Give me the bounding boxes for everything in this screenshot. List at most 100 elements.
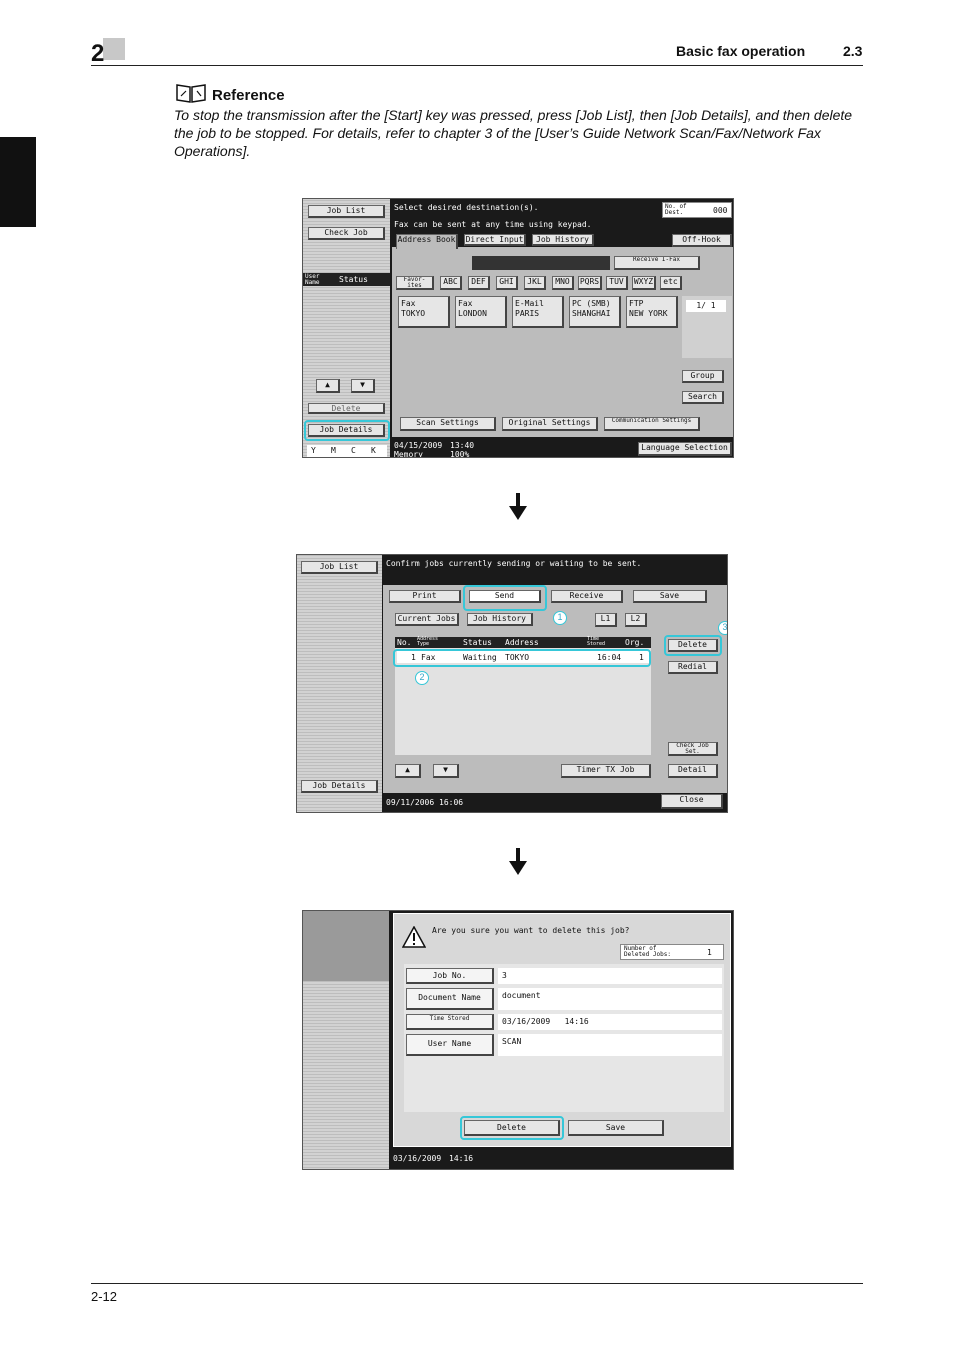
scroll-up-button-2[interactable]: ▲ (395, 764, 421, 778)
dest-counter: No. of Dest. 000 (662, 202, 732, 218)
tab-print[interactable]: Print (389, 590, 461, 603)
timer-tx-job-button[interactable]: Timer TX Job (561, 764, 651, 778)
language-selection-button[interactable]: Language Selection (638, 442, 732, 456)
scan-settings-button[interactable]: Scan Settings (400, 417, 496, 431)
status-header: User Name Status (303, 273, 390, 286)
book-icon (176, 84, 206, 103)
dest-london-type: Fax (458, 299, 473, 308)
job-history-label: Job History (473, 614, 526, 623)
page-number: 2-12 (91, 1289, 118, 1304)
index-etc[interactable]: etc (660, 276, 682, 290)
reference-title: Reference (212, 87, 285, 104)
job-list-button[interactable]: Job List (308, 205, 385, 218)
delete-question: Are you sure you want to delete this job… (432, 926, 630, 935)
page-indicator: 1/ 1 (686, 300, 726, 312)
toner-m: M (331, 446, 336, 455)
main-panel-2: Confirm jobs currently sending or waitin… (383, 555, 727, 812)
scroll-down-button[interactable]: ▼ (351, 379, 375, 393)
memory-value-1: 100% (450, 450, 470, 458)
reference-text: To stop the transmission after the [Star… (174, 107, 853, 159)
field-document-name-label: Document Name (406, 988, 494, 1010)
receive-ifax-button[interactable]: Receive I-Fax (614, 256, 700, 270)
dest-counter-label: No. of Dest. (665, 203, 687, 216)
index-mno[interactable]: MNO (552, 276, 574, 290)
l1-button[interactable]: L1 (595, 613, 617, 627)
detail-button[interactable]: Detail (668, 764, 718, 778)
dest-tokyo[interactable]: Fax TOKYO (398, 296, 450, 328)
tab-save[interactable]: Save (633, 590, 707, 603)
message-line-2: Fax can be sent at any time using keypad… (394, 220, 592, 229)
message-line-1: Select desired destination(s). (394, 203, 539, 212)
job-list-button-2[interactable]: Job List (301, 561, 378, 574)
field-job-no-value: 3 (498, 968, 722, 984)
highlight-delete (664, 635, 722, 656)
index-ghi[interactable]: GHI (496, 276, 518, 290)
l2-button[interactable]: L2 (625, 613, 647, 627)
index-wxyz[interactable]: WXYZ (632, 276, 656, 290)
highlight-job-details (304, 420, 390, 441)
dest-paris-name: PARIS (515, 309, 540, 318)
deleted-jobs-label: Number of Deleted Jobs: (624, 945, 671, 958)
index-row: Favor-ites ABC DEF GHI JKL MNO PQRS TUV … (396, 276, 732, 290)
col-time-stored: Time Stored (587, 636, 606, 647)
index-jkl[interactable]: JKL (524, 276, 546, 290)
tab-job-history[interactable]: Job History (532, 234, 594, 246)
highlight-row (393, 649, 651, 667)
page-indicator-area: 1/ 1 (682, 296, 732, 358)
save-button[interactable]: Save (568, 1120, 664, 1136)
group-button[interactable]: Group (682, 370, 724, 383)
status-label: Status (339, 275, 368, 284)
communication-settings-button[interactable]: Communication Settings (604, 417, 700, 431)
chapter-number: 2 (91, 40, 105, 67)
dest-shanghai-name: SHANGHAI (572, 309, 611, 318)
date-2: 09/11/2006 (386, 798, 435, 807)
index-pqrs[interactable]: PQRS (578, 276, 602, 290)
index-favorites[interactable]: Favor-ites (396, 276, 434, 290)
search-button[interactable]: Search (682, 391, 724, 404)
index-def[interactable]: DEF (468, 276, 490, 290)
screenshot-delete-confirm: Are you sure you want to delete this job… (302, 910, 734, 1170)
tab-address-book[interactable]: Address Book (396, 234, 458, 249)
header-title: Basic fax operation (676, 43, 806, 59)
redial-button[interactable]: Redial (668, 661, 718, 674)
tab-receive[interactable]: Receive (551, 590, 623, 603)
scroll-down-button-2[interactable]: ▼ (433, 764, 459, 778)
field-user-name: User Name SCAN (406, 1034, 722, 1056)
field-time-stored-value: 03/16/2009 14:16 (498, 1014, 722, 1030)
check-job-set-label: Check Job Set. (676, 742, 709, 755)
dest-shanghai[interactable]: PC (SMB) SHANGHAI (569, 296, 621, 328)
confirm-dialog: Are you sure you want to delete this job… (393, 913, 731, 1147)
index-abc[interactable]: ABC (440, 276, 462, 290)
confirm-message: Confirm jobs currently sending or waitin… (386, 559, 642, 568)
dest-paris[interactable]: E-Mail PARIS (512, 296, 564, 328)
dest-new-york[interactable]: FTP NEW YORK (626, 296, 678, 328)
tab-direct-input[interactable]: Direct Input (464, 234, 526, 246)
toner-c: C (351, 446, 356, 455)
scroll-up-button[interactable]: ▲ (316, 379, 340, 393)
col-address: Address (505, 638, 539, 647)
deleted-jobs-box: Number of Deleted Jobs: 1 (620, 944, 724, 960)
job-info-panel: Job No. 3 Document Name document Time St… (404, 964, 724, 1112)
delete-button[interactable]: Delete (308, 403, 385, 414)
check-job-set-button[interactable]: Check Job Set. (668, 742, 718, 756)
off-hook-button[interactable]: Off-Hook (672, 234, 732, 247)
toner-k: K (371, 446, 376, 455)
job-details-button-2[interactable]: Job Details (301, 780, 378, 793)
index-tuv[interactable]: TUV (606, 276, 628, 290)
field-user-name-value: SCAN (498, 1034, 722, 1056)
dest-new-york-type: FTP (629, 299, 644, 308)
communication-settings-label: Communication Settings (611, 417, 692, 424)
check-job-button[interactable]: Check Job (308, 227, 385, 240)
original-settings-button[interactable]: Original Settings (502, 417, 598, 431)
chapter-marker (103, 38, 125, 60)
dest-london[interactable]: Fax LONDON (455, 296, 507, 328)
arrow-down-icon (509, 493, 527, 520)
dest-london-name: LONDON (458, 309, 487, 318)
job-history-tab[interactable]: Job History (467, 613, 533, 626)
left-panel-dark-block (303, 911, 389, 981)
callout-2: 2 (415, 671, 429, 685)
close-button[interactable]: Close (661, 794, 723, 809)
col-status: Status (463, 638, 492, 647)
header-section: 2.3 (843, 43, 863, 59)
current-jobs-tab[interactable]: Current Jobs (395, 613, 459, 626)
